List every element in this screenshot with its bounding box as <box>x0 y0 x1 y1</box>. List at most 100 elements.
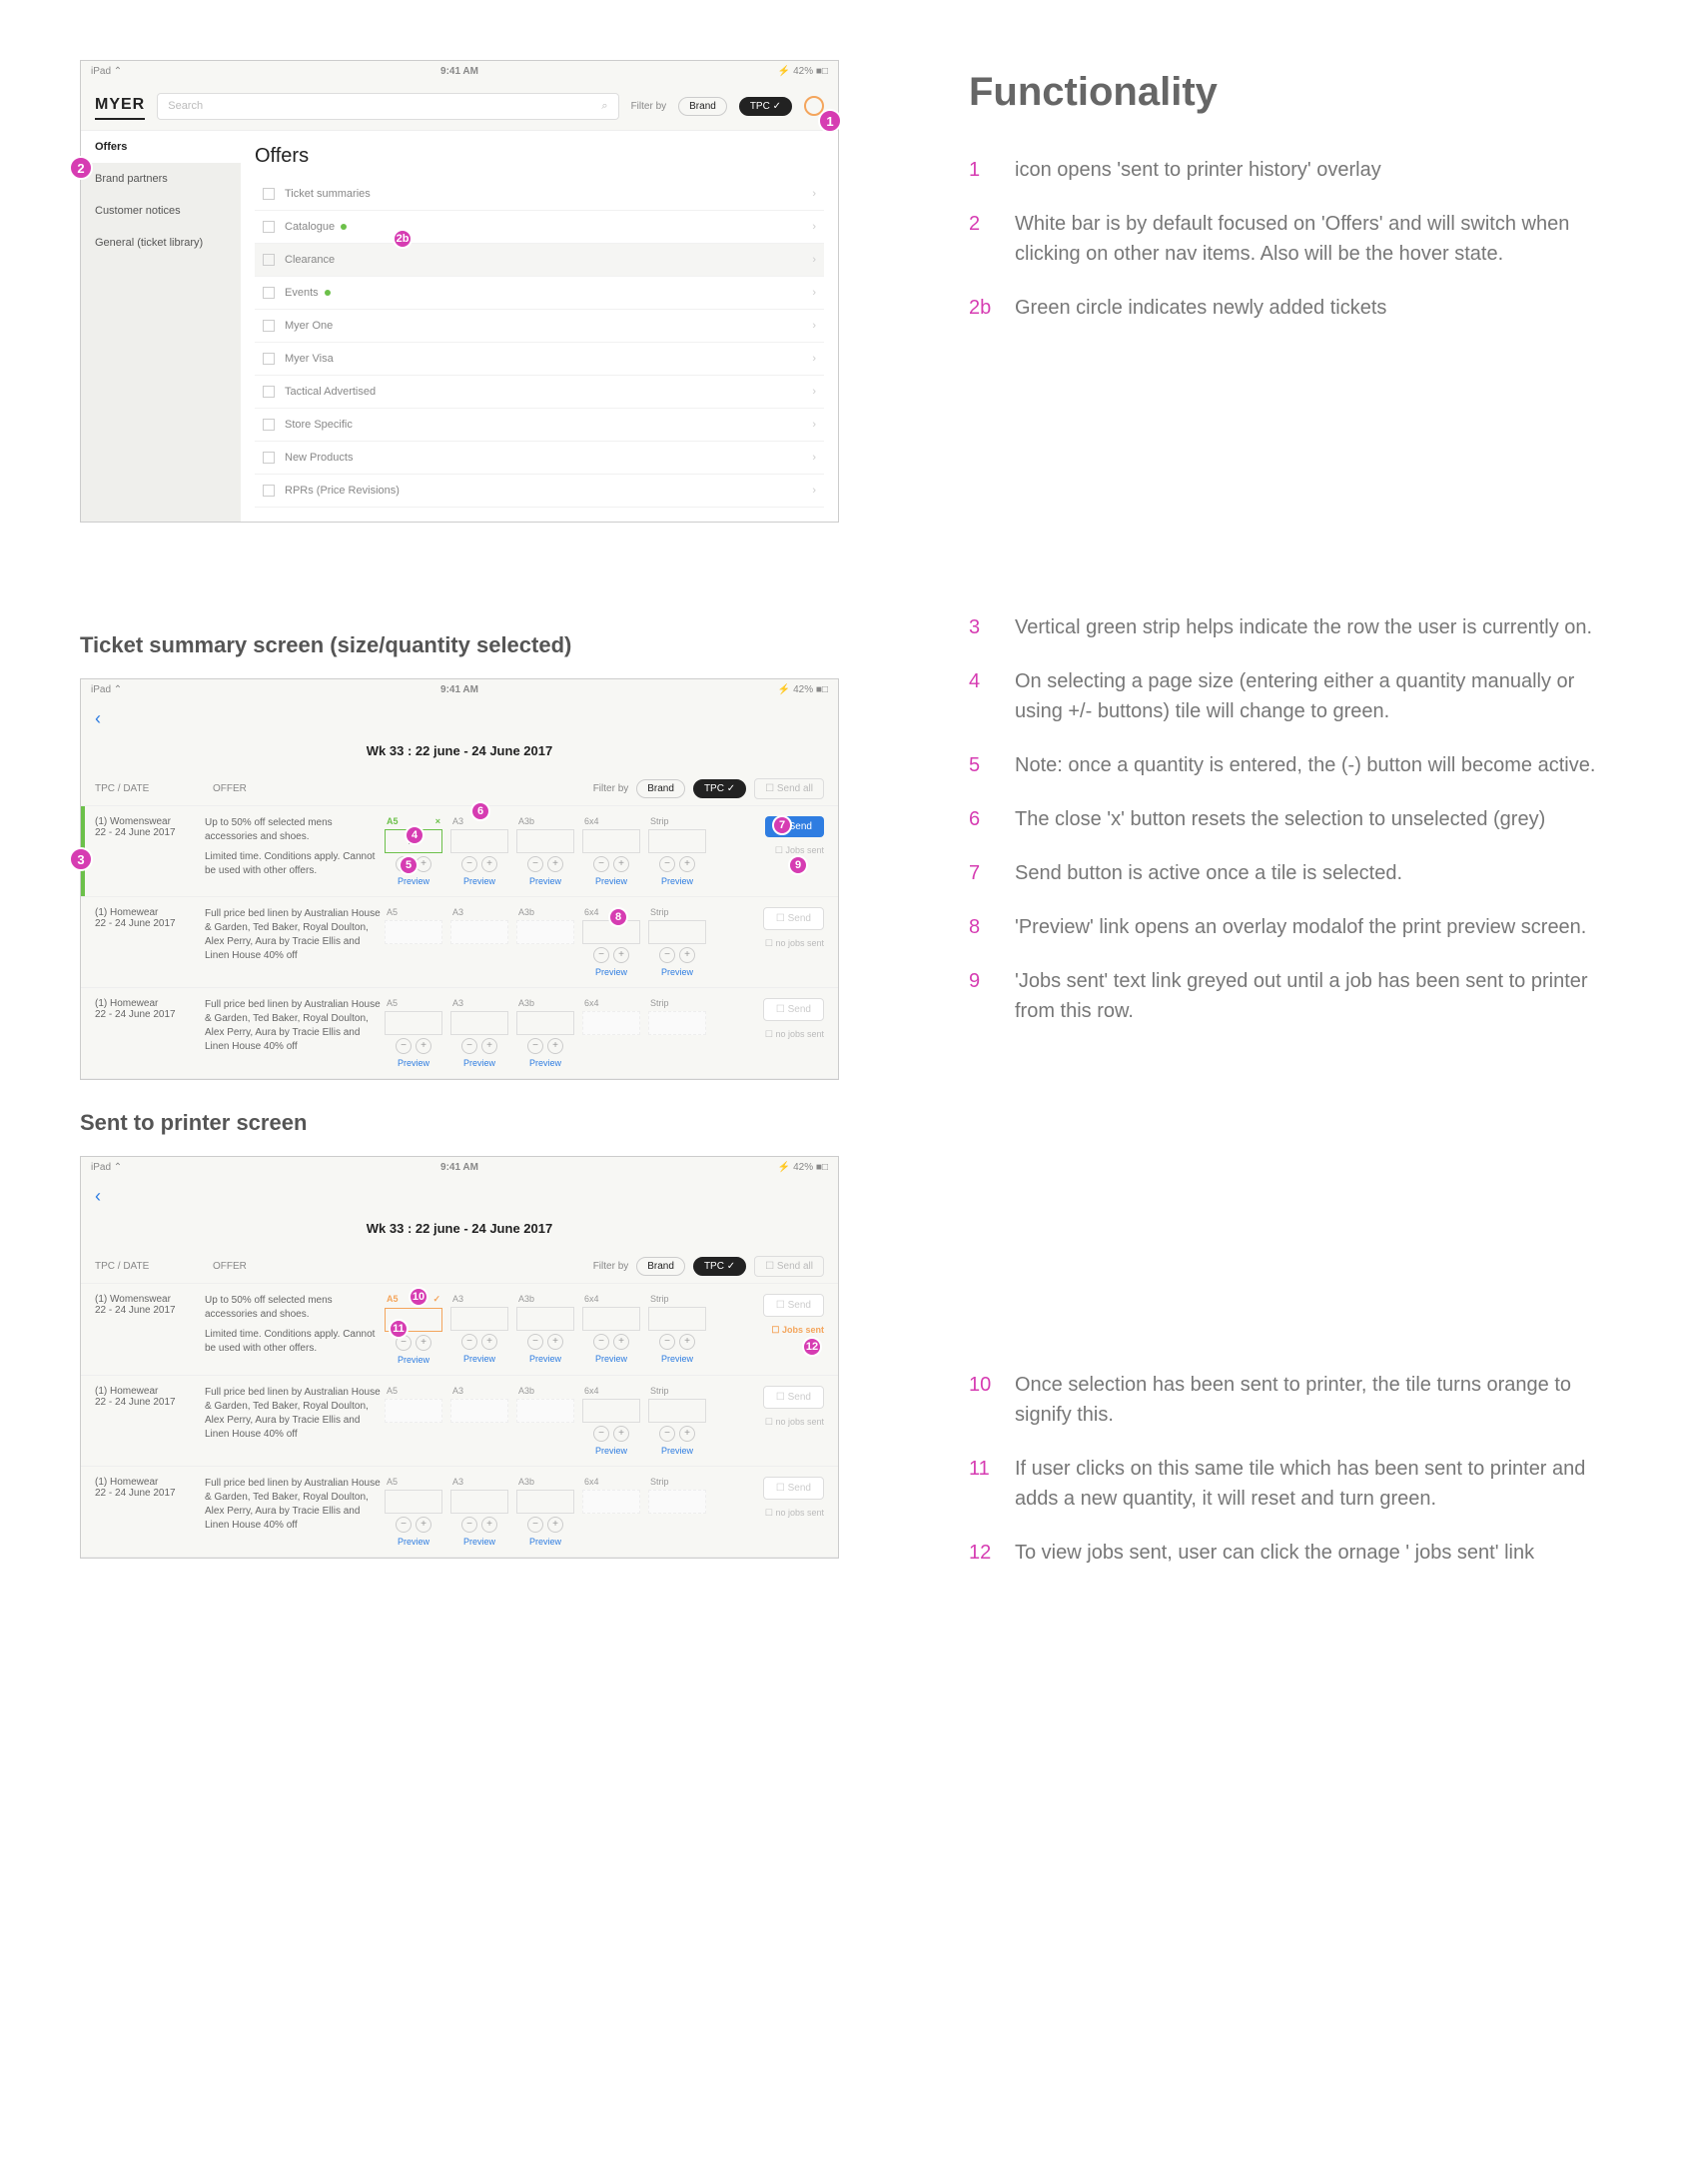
sidebar-item-brand-partners[interactable]: Brand partners <box>81 163 241 195</box>
plus-button[interactable]: + <box>481 1517 497 1533</box>
send-all-button[interactable]: ☐ Send all <box>754 778 824 799</box>
preview-link[interactable]: Preview <box>450 1058 508 1068</box>
minus-button[interactable]: − <box>461 1517 477 1533</box>
plus-button[interactable]: + <box>613 1334 629 1350</box>
minus-button[interactable]: − <box>593 947 609 963</box>
filter-brand-pill[interactable]: Brand <box>678 97 727 116</box>
size-tile-strip[interactable]: Strip−+Preview <box>648 1386 706 1456</box>
qty-input[interactable] <box>385 1490 442 1514</box>
list-item[interactable]: Myer One› <box>255 310 824 343</box>
plus-button[interactable]: + <box>547 856 563 872</box>
minus-button[interactable]: − <box>527 1038 543 1054</box>
preview-link[interactable]: Preview <box>450 876 508 886</box>
size-tile-a3[interactable]: A3−+Preview <box>450 998 508 1068</box>
preview-link[interactable]: Preview <box>582 876 640 886</box>
filter-tpc-pill[interactable]: TPC ✓ <box>739 97 792 116</box>
preview-link[interactable]: Preview <box>582 1354 640 1364</box>
preview-link[interactable]: Preview <box>516 876 574 886</box>
preview-link[interactable]: Preview <box>582 1446 640 1456</box>
minus-button[interactable]: − <box>527 1334 543 1350</box>
list-item[interactable]: Ticket summaries› <box>255 178 824 211</box>
filter-brand[interactable]: Brand <box>636 779 685 798</box>
plus-button[interactable]: + <box>613 1426 629 1442</box>
list-item[interactable]: Tactical Advertised› <box>255 376 824 409</box>
minus-button[interactable]: − <box>396 1517 412 1533</box>
qty-input[interactable] <box>648 920 706 944</box>
checkbox-icon[interactable] <box>263 353 275 365</box>
back-button[interactable]: ‹ <box>81 700 838 737</box>
minus-button[interactable]: − <box>396 1038 412 1054</box>
list-item[interactable]: Store Specific› <box>255 409 824 442</box>
plus-button[interactable]: + <box>547 1038 563 1054</box>
minus-button[interactable]: − <box>659 856 675 872</box>
plus-button[interactable]: + <box>547 1517 563 1533</box>
list-item[interactable]: Clearance› <box>255 244 824 277</box>
jobs-sent-link[interactable]: ☐ Jobs sent <box>714 1325 824 1336</box>
checkbox-icon[interactable] <box>263 188 275 200</box>
preview-link[interactable]: Preview <box>450 1537 508 1547</box>
size-tile-a5[interactable]: A5−+Preview <box>385 998 442 1068</box>
checkbox-icon[interactable] <box>263 287 275 299</box>
minus-button[interactable]: − <box>593 1334 609 1350</box>
plus-button[interactable]: + <box>416 1517 431 1533</box>
plus-button[interactable]: + <box>613 947 629 963</box>
preview-link[interactable]: Preview <box>648 967 706 977</box>
preview-link[interactable]: Preview <box>648 876 706 886</box>
preview-link[interactable]: Preview <box>385 1537 442 1547</box>
search-input[interactable]: Search ⌕ <box>157 93 618 120</box>
minus-button[interactable]: − <box>461 1038 477 1054</box>
size-tile-a5[interactable]: A5−+Preview <box>385 1477 442 1547</box>
preview-link[interactable]: Preview <box>516 1537 574 1547</box>
plus-button[interactable]: + <box>416 1335 431 1351</box>
checkbox-icon[interactable] <box>263 386 275 398</box>
plus-button[interactable]: + <box>481 856 497 872</box>
size-tile-a3[interactable]: A3−+Preview <box>450 1477 508 1547</box>
size-tile-strip[interactable]: Strip−+Preview <box>648 816 706 886</box>
preview-link[interactable]: Preview <box>385 1355 442 1365</box>
minus-button[interactable]: − <box>659 1426 675 1442</box>
size-tile-strip[interactable]: Strip−+Preview <box>648 1294 706 1365</box>
qty-input[interactable] <box>450 1307 508 1331</box>
sidebar-item-customer-notices[interactable]: Customer notices <box>81 195 241 227</box>
minus-button[interactable]: − <box>659 1334 675 1350</box>
list-item[interactable]: Catalogue› <box>255 211 824 244</box>
list-item[interactable]: Events› <box>255 277 824 310</box>
checkbox-icon[interactable] <box>263 485 275 497</box>
plus-button[interactable]: + <box>416 1038 431 1054</box>
close-icon[interactable]: × <box>435 816 440 826</box>
plus-button[interactable]: + <box>613 856 629 872</box>
sidebar-item-general[interactable]: General (ticket library) <box>81 227 241 259</box>
size-tile-a3b[interactable]: A3b−+Preview <box>516 1294 574 1365</box>
qty-input[interactable] <box>516 1011 574 1035</box>
qty-input[interactable] <box>582 1307 640 1331</box>
size-tile-a3[interactable]: A3−+Preview <box>450 816 508 886</box>
checkbox-icon[interactable] <box>263 452 275 464</box>
minus-button[interactable]: − <box>659 947 675 963</box>
checkbox-icon[interactable] <box>263 320 275 332</box>
back-button[interactable]: ‹ <box>81 1178 838 1215</box>
filter-tpc[interactable]: TPC ✓ <box>693 779 746 798</box>
minus-button[interactable]: − <box>593 1426 609 1442</box>
preview-link[interactable]: Preview <box>582 967 640 977</box>
list-item[interactable]: RPRs (Price Revisions)› <box>255 475 824 508</box>
preview-link[interactable]: Preview <box>516 1058 574 1068</box>
plus-button[interactable]: + <box>481 1334 497 1350</box>
check-icon[interactable]: ✓ <box>432 1294 440 1305</box>
minus-button[interactable]: − <box>461 1334 477 1350</box>
checkbox-icon[interactable] <box>263 254 275 266</box>
qty-input[interactable] <box>385 1011 442 1035</box>
qty-input[interactable] <box>516 1490 574 1514</box>
plus-button[interactable]: + <box>481 1038 497 1054</box>
sidebar-item-offers[interactable]: Offers <box>81 131 241 163</box>
checkbox-icon[interactable] <box>263 419 275 431</box>
plus-button[interactable]: + <box>547 1334 563 1350</box>
send-all-button[interactable]: ☐ Send all <box>754 1256 824 1277</box>
minus-button[interactable]: − <box>593 856 609 872</box>
qty-input[interactable] <box>450 829 508 853</box>
qty-input[interactable] <box>582 829 640 853</box>
plus-button[interactable]: + <box>679 856 695 872</box>
qty-input[interactable] <box>648 1307 706 1331</box>
minus-button[interactable]: − <box>527 856 543 872</box>
size-tile-6x4[interactable]: 6x4−+Preview <box>582 1294 640 1365</box>
qty-input[interactable] <box>516 1307 574 1331</box>
